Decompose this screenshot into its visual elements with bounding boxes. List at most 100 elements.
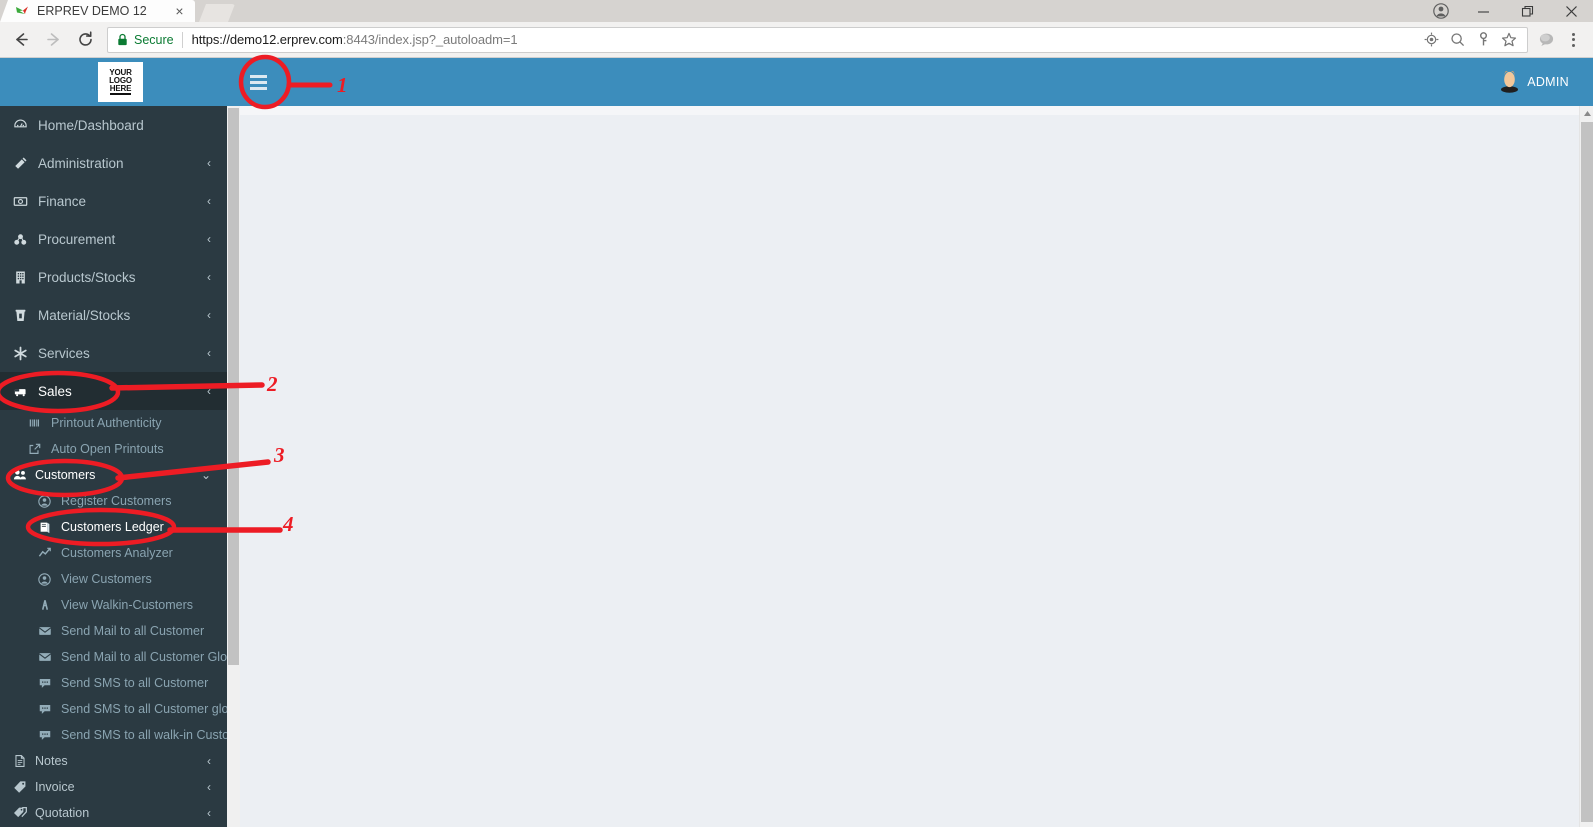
sidebar-item-administration[interactable]: Administration ‹ bbox=[0, 144, 227, 182]
annotation-number-4: 4 bbox=[283, 512, 294, 536]
back-button[interactable] bbox=[7, 26, 35, 54]
chevron-icon: ‹ bbox=[207, 270, 211, 284]
sidebar-item-label: Send Mail to all Customer bbox=[61, 624, 205, 638]
url-scheme: https:// bbox=[191, 32, 230, 47]
asterisk-icon bbox=[13, 346, 35, 361]
note-page-icon bbox=[13, 754, 32, 768]
page-scrollbar[interactable] bbox=[1579, 106, 1593, 827]
sidebar-item-view-customers[interactable]: View Customers bbox=[0, 566, 227, 592]
sidebar-item-auto-open-printouts[interactable]: Auto Open Printouts bbox=[0, 436, 227, 462]
sidebar-item-label: Customers bbox=[35, 468, 96, 482]
sidebar-item-customers-analyzer[interactable]: Customers Analyzer bbox=[0, 540, 227, 566]
browser-tab[interactable]: ERPREV DEMO 12 × bbox=[0, 0, 195, 22]
user-name-label: ADMIN bbox=[1527, 75, 1569, 89]
sidebar-item-send-mail-all-customer[interactable]: Send Mail to all Customer bbox=[0, 618, 227, 644]
sidebar-item-label: View Customers bbox=[61, 572, 152, 586]
sidebar-item-label: Notes bbox=[35, 754, 68, 768]
chevron-down-icon: ⌄ bbox=[200, 468, 211, 482]
barcode-icon bbox=[28, 416, 49, 430]
sidebar-item-quotation[interactable]: Quotation ‹ bbox=[0, 800, 227, 826]
building-icon bbox=[13, 270, 35, 285]
sidebar-item-send-sms-all-walkin-customer[interactable]: Send SMS to all walk-in Customer bbox=[0, 722, 227, 748]
sidebar-item-send-sms-all-customer-globally[interactable]: Send SMS to all Customer globally bbox=[0, 696, 227, 722]
sidebar-item-label: Products/Stocks bbox=[38, 269, 136, 285]
sidebar-item-material-stocks[interactable]: Material/Stocks ‹ bbox=[0, 296, 227, 334]
sidebar-item-send-sms-all-customer[interactable]: Send SMS to all Customer bbox=[0, 670, 227, 696]
chevron-icon: ‹ bbox=[207, 384, 211, 398]
sidebar-item-label: Sales bbox=[38, 383, 72, 399]
profile-icon[interactable] bbox=[1421, 0, 1461, 22]
sidebar-item-label: Quotation bbox=[35, 806, 90, 820]
sidebar-item-label: Register Customers bbox=[61, 494, 172, 508]
omnibox-icons bbox=[1418, 28, 1525, 52]
sidebar-item-products-stocks[interactable]: Products/Stocks ‹ bbox=[0, 258, 227, 296]
tab-title: ERPREV DEMO 12 bbox=[37, 4, 147, 18]
toolbar-right-icons bbox=[1532, 26, 1586, 54]
sidebar-item-procurement[interactable]: Procurement ‹ bbox=[0, 220, 227, 258]
money-icon bbox=[13, 194, 35, 209]
sidebar-item-customers[interactable]: Customers ⌄ bbox=[0, 462, 227, 488]
annotation-number-1: 1 bbox=[337, 73, 348, 97]
key-password-icon[interactable] bbox=[1470, 28, 1496, 52]
company-logo[interactable]: YOUR LOGO HERE bbox=[98, 62, 143, 102]
sidebar-scrollbar[interactable] bbox=[227, 106, 240, 827]
chevron-icon: ‹ bbox=[207, 754, 211, 768]
sidebar-scrollbar-thumb[interactable] bbox=[228, 108, 239, 665]
sidebar-item-services[interactable]: Services ‹ bbox=[0, 334, 227, 372]
forward-button[interactable] bbox=[39, 26, 67, 54]
chevron-icon: ‹ bbox=[207, 308, 211, 322]
tags-icon bbox=[13, 806, 32, 820]
envelope-icon bbox=[38, 650, 59, 664]
browser-toolbar: Secure https://demo12.erprev.com:8443/in… bbox=[0, 22, 1593, 58]
sidebar-item-label: Printout Authenticity bbox=[51, 416, 162, 430]
logo-line-3: HERE bbox=[109, 84, 131, 96]
customers-icon bbox=[13, 468, 32, 482]
sidebar-item-register-customers[interactable]: Register Customers bbox=[0, 488, 227, 514]
bookmark-star-icon[interactable] bbox=[1496, 28, 1522, 52]
address-bar[interactable]: Secure https://demo12.erprev.com:8443/in… bbox=[107, 26, 1528, 53]
scroll-up-arrow-icon[interactable] bbox=[1580, 106, 1593, 120]
sidebar-item-notes[interactable]: Notes ‹ bbox=[0, 748, 227, 774]
sidebar-item-sales[interactable]: Sales ‹ bbox=[0, 372, 227, 410]
sidebar-item-printout-authenticity[interactable]: Printout Authenticity bbox=[0, 410, 227, 436]
sidebar-item-view-walkin-customers[interactable]: View Walkin-Customers bbox=[0, 592, 227, 618]
sidebar-item-label: Services bbox=[38, 345, 90, 361]
window-controls bbox=[1421, 0, 1593, 22]
user-menu[interactable]: ADMIN bbox=[1501, 58, 1569, 106]
sms-bubble-icon bbox=[38, 702, 59, 716]
admin-tools-icon bbox=[13, 156, 35, 171]
url-text: https://demo12.erprev.com:8443/index.jsp… bbox=[192, 32, 518, 47]
close-window-button[interactable] bbox=[1549, 0, 1593, 22]
sidebar-item-label: Home/Dashboard bbox=[38, 117, 144, 133]
url-host: demo12.erprev.com bbox=[229, 32, 343, 47]
close-icon[interactable]: × bbox=[172, 4, 187, 19]
trash-bin-icon bbox=[13, 308, 35, 323]
maximize-button[interactable] bbox=[1505, 0, 1549, 22]
annotation-number-3: 3 bbox=[274, 443, 285, 467]
sidebar-item-home-dashboard[interactable]: Home/Dashboard bbox=[0, 106, 227, 144]
new-tab-button[interactable] bbox=[199, 4, 235, 22]
sidebar-item-invoice[interactable]: Invoice ‹ bbox=[0, 774, 227, 800]
bird-logo-icon bbox=[14, 3, 30, 19]
hamburger-menu-icon[interactable] bbox=[243, 67, 273, 97]
sidebar-scrollbar-track[interactable] bbox=[227, 106, 240, 776]
divider bbox=[181, 31, 183, 48]
url-port: :8443 bbox=[342, 32, 375, 47]
page-scrollbar-thumb[interactable] bbox=[1581, 122, 1593, 822]
sidebar-item-label: View Walkin-Customers bbox=[61, 598, 193, 612]
zoom-search-icon[interactable] bbox=[1444, 28, 1470, 52]
location-target-icon[interactable] bbox=[1418, 28, 1444, 52]
reload-button[interactable] bbox=[71, 26, 99, 54]
sidebar-item-label: Customers Ledger bbox=[61, 520, 164, 534]
dashboard-icon bbox=[13, 118, 35, 133]
sidebar-item-send-mail-all-customer-globally[interactable]: Send Mail to all Customer Globally bbox=[0, 644, 227, 670]
sidebar-item-label: Invoice bbox=[35, 780, 75, 794]
sidebar-item-finance[interactable]: Finance ‹ bbox=[0, 182, 227, 220]
three-dots-menu-icon[interactable] bbox=[1560, 26, 1586, 54]
minimize-button[interactable] bbox=[1461, 0, 1505, 22]
sidebar-item-customers-ledger[interactable]: Customers Ledger bbox=[0, 514, 227, 540]
sidebar-nav: Home/Dashboard Administration ‹ Finance … bbox=[0, 106, 227, 827]
extension-cloud-icon[interactable] bbox=[1532, 26, 1560, 54]
user-circle-icon bbox=[38, 572, 59, 586]
ledger-book-icon bbox=[38, 520, 59, 534]
